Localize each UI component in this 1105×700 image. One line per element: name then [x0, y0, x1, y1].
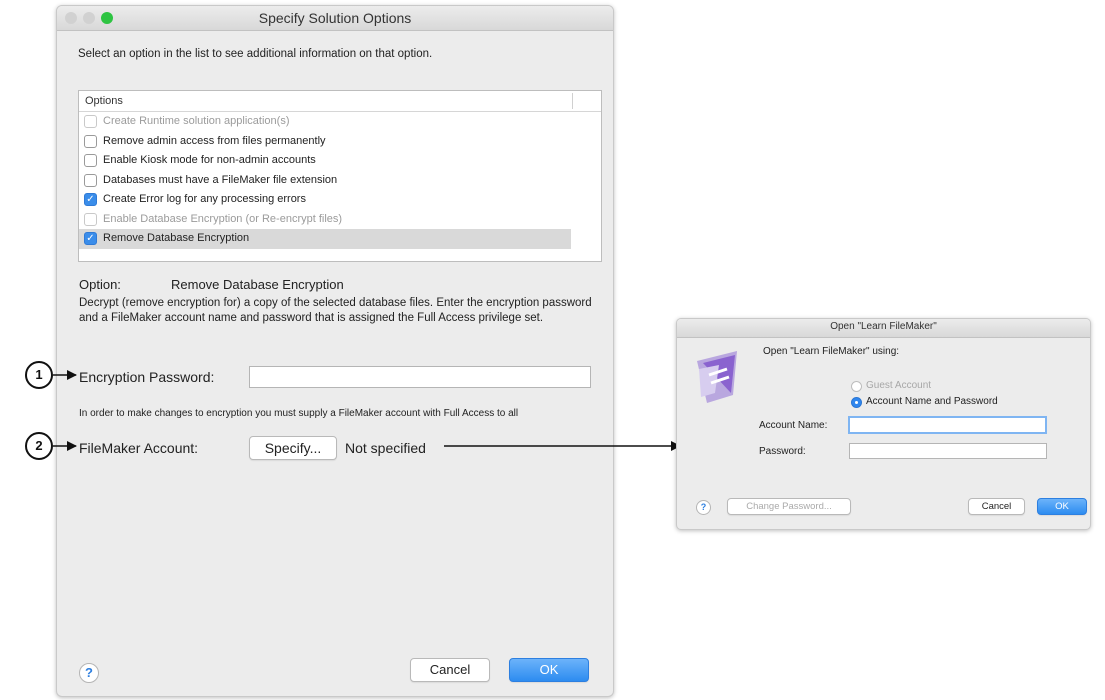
- guest-account-label: Guest Account: [866, 380, 932, 391]
- login-title-bar: Open "Learn FileMaker": [677, 319, 1090, 338]
- change-password-button: Change Password...: [727, 498, 851, 515]
- login-ok-button[interactable]: OK: [1037, 498, 1087, 515]
- open-file-dialog: Open "Learn FileMaker" Open "Learn FileM…: [676, 318, 1091, 530]
- password-label: Password:: [759, 446, 806, 457]
- account-name-label: Account Name:: [759, 420, 828, 431]
- login-cancel-button[interactable]: Cancel: [968, 498, 1025, 515]
- account-name-password-label: Account Name and Password: [866, 396, 998, 407]
- account-name-field[interactable]: [848, 416, 1047, 434]
- login-help-icon[interactable]: ?: [696, 500, 711, 515]
- guest-account-radio: [851, 381, 862, 392]
- password-field[interactable]: [849, 443, 1047, 459]
- filemaker-logo-icon: [697, 351, 737, 403]
- login-heading: Open "Learn FileMaker" using:: [763, 346, 900, 357]
- account-name-password-radio[interactable]: [851, 397, 862, 408]
- login-window-title: Open "Learn FileMaker": [830, 321, 937, 332]
